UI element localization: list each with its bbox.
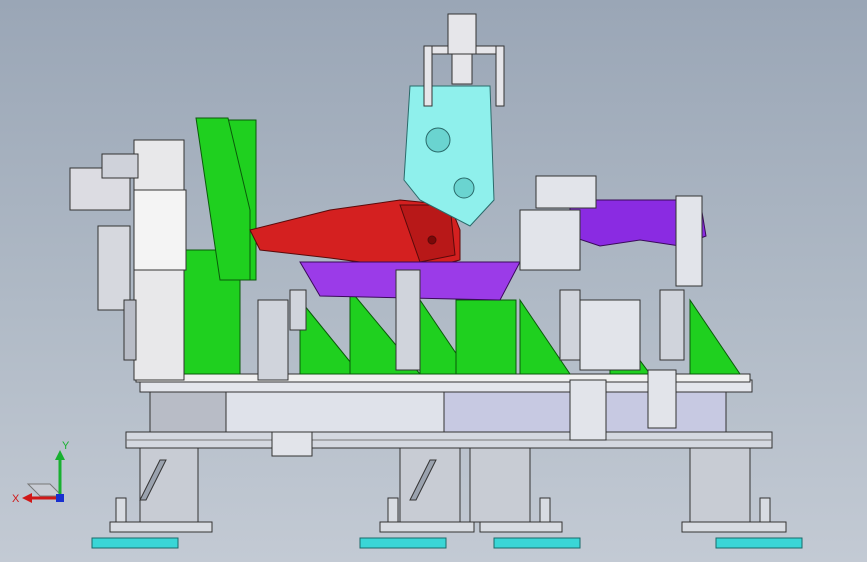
fixture-assembly-model[interactable] (0, 0, 867, 562)
x-axis-head (22, 493, 32, 503)
floor-pads (91, 537, 803, 549)
coordinate-triad: Y X (10, 440, 80, 510)
x-axis-label: X (12, 493, 20, 505)
z-axis-marker (56, 494, 64, 502)
left-clamp-tower (69, 139, 187, 381)
stand-legs (139, 447, 751, 523)
cad-viewport[interactable]: Y X (0, 0, 867, 562)
y-axis-label: Y (62, 440, 70, 452)
red-workpiece (249, 199, 461, 271)
